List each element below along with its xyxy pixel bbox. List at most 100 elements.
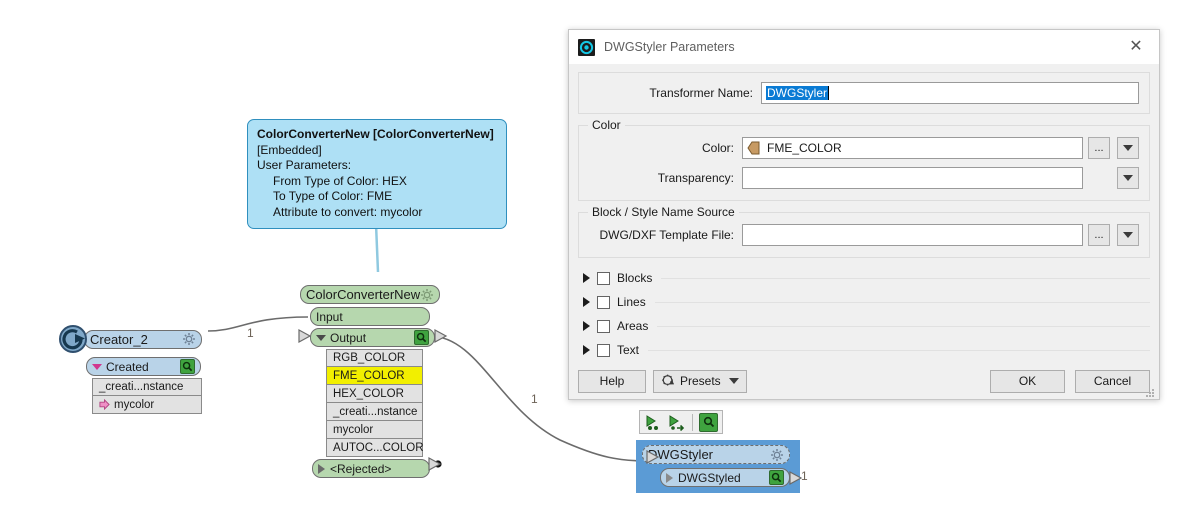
chevron-right-icon[interactable] xyxy=(583,345,590,355)
node-creator-2[interactable]: Creator_2 Created _creati...nstance myco… xyxy=(58,324,208,414)
chevron-right-icon[interactable] xyxy=(583,273,590,283)
attribute-label: _creati...nstance xyxy=(333,405,418,418)
wire-label-2: 1 xyxy=(531,392,538,406)
collapsible-text-label: Text xyxy=(617,343,640,357)
color-converter-port-rejected[interactable]: <Rejected> xyxy=(312,459,430,478)
list-item[interactable]: _creati...nstance xyxy=(92,378,202,396)
list-item[interactable]: AUTOC...COLOR xyxy=(326,439,424,457)
checkbox-areas[interactable] xyxy=(597,319,610,333)
transformer-name-input[interactable]: DWGStyler xyxy=(761,82,1139,104)
node-mini-toolbar[interactable] xyxy=(639,410,723,434)
checkbox-blocks[interactable] xyxy=(597,271,610,285)
input-arrow-icon xyxy=(298,329,312,343)
dialog-body: Transformer Name: DWGStyler Color Color:… xyxy=(569,64,1159,361)
creator-2-port-label: Created xyxy=(106,359,149,374)
template-file-dropdown-button[interactable] xyxy=(1117,224,1139,246)
color-converter-port-output[interactable]: Output xyxy=(310,328,435,347)
list-item[interactable]: HEX_COLOR xyxy=(326,385,423,403)
color-input[interactable]: FME_COLOR xyxy=(742,137,1083,159)
transparency-label: Transparency: xyxy=(657,171,734,185)
collapsible-lines[interactable]: Lines xyxy=(578,291,1150,313)
color-dropdown-button[interactable] xyxy=(1117,137,1139,159)
dwgstyler-header[interactable]: DWGStyler xyxy=(642,445,790,464)
chevron-right-icon[interactable] xyxy=(583,321,590,331)
transformer-name-value: DWGStyler xyxy=(766,86,828,100)
dwgstyler-port-dwgstyled[interactable]: DWGStyled xyxy=(660,468,790,487)
close-icon[interactable]: ✕ xyxy=(1117,31,1155,63)
collapsible-blocks[interactable]: Blocks xyxy=(578,267,1150,289)
list-item[interactable]: mycolor xyxy=(326,421,423,439)
annotation-callout[interactable]: ColorConverterNew [ColorConverterNew] [E… xyxy=(247,119,507,229)
checkbox-text[interactable] xyxy=(597,343,610,357)
magnifier-icon[interactable] xyxy=(180,359,195,374)
template-file-row: DWG/DXF Template File: ... xyxy=(589,224,1139,246)
list-item-highlighted[interactable]: FME_COLOR xyxy=(326,367,423,385)
rejected-port-label: <Rejected> xyxy=(330,461,392,476)
divider xyxy=(654,301,1150,303)
color-section: Color Color: FME_COLOR ... Transparency: xyxy=(578,118,1150,201)
transformer-name-row: Transformer Name: DWGStyler xyxy=(589,82,1139,104)
divider xyxy=(648,349,1150,351)
chevron-down-icon xyxy=(1123,232,1133,238)
collapsible-areas[interactable]: Areas xyxy=(578,315,1150,337)
transparency-dropdown-button[interactable] xyxy=(1117,167,1139,189)
annotation-title: ColorConverterNew [ColorConverterNew] xyxy=(257,127,494,141)
attribute-label: _creati...nstance xyxy=(99,381,184,393)
attribute-label: AUTOC...COLOR xyxy=(333,441,424,454)
list-item[interactable]: mycolor xyxy=(92,396,202,414)
list-item[interactable]: RGB_COLOR xyxy=(326,349,423,367)
collapsible-sections: Blocks Lines Areas Text xyxy=(578,267,1150,361)
expand-triangle-icon[interactable] xyxy=(666,472,673,483)
magnifier-icon[interactable] xyxy=(414,330,429,345)
annotation-userparams-label: User Parameters: xyxy=(257,158,352,172)
text-caret xyxy=(828,86,829,100)
creator-2-attribute-list: _creati...nstance mycolor xyxy=(92,378,202,414)
cancel-button[interactable]: Cancel xyxy=(1075,369,1150,393)
template-file-input[interactable] xyxy=(742,224,1083,246)
magnifier-icon[interactable] xyxy=(769,470,784,485)
template-file-browse-button[interactable]: ... xyxy=(1088,224,1110,246)
color-browse-button[interactable]: ... xyxy=(1088,137,1110,159)
collapsible-text[interactable]: Text xyxy=(578,339,1150,361)
chevron-right-icon[interactable] xyxy=(583,297,590,307)
dwgstyler-parameters-dialog[interactable]: DWGStyler Parameters ✕ Transformer Name:… xyxy=(568,29,1160,400)
ok-button[interactable]: OK xyxy=(990,369,1065,393)
dialog-title-bar[interactable]: DWGStyler Parameters ✕ xyxy=(569,30,1159,64)
presets-button[interactable]: Presets xyxy=(653,369,747,393)
creator-2-port-created[interactable]: Created xyxy=(86,357,201,376)
divider xyxy=(657,325,1150,327)
node-dwgstyler[interactable]: DWGStyler DWGStyled xyxy=(636,440,803,493)
connect-icon[interactable] xyxy=(667,413,686,432)
attribute-label: FME_COLOR xyxy=(333,369,405,382)
gear-icon[interactable] xyxy=(770,448,784,462)
creator-2-header[interactable]: Creator_2 xyxy=(84,329,202,349)
block-style-section: Block / Style Name Source DWG/DXF Templa… xyxy=(578,205,1150,258)
chevron-down-icon xyxy=(1123,175,1133,181)
add-bookmark-icon[interactable] xyxy=(644,413,663,432)
color-converter-port-input[interactable]: Input xyxy=(310,307,430,326)
list-item[interactable]: _creati...nstance xyxy=(326,403,423,421)
gear-icon[interactable] xyxy=(420,288,434,302)
resize-grip[interactable] xyxy=(1145,388,1156,399)
color-converter-header[interactable]: ColorConverterNew xyxy=(300,285,440,304)
dialog-title: DWGStyler Parameters xyxy=(604,40,735,54)
inspect-magnifier-icon[interactable] xyxy=(699,412,718,432)
output-port-label: Output xyxy=(330,330,367,345)
expand-triangle-icon[interactable] xyxy=(318,463,325,474)
divider xyxy=(661,277,1150,279)
fme-attribute-icon xyxy=(747,141,760,155)
transparency-input[interactable] xyxy=(742,167,1083,189)
checkbox-lines[interactable] xyxy=(597,295,610,309)
annotation-param-to-type: To Type of Color: FME xyxy=(273,189,393,203)
color-converter-attribute-list: RGB_COLOR FME_COLOR HEX_COLOR _creati...… xyxy=(326,349,424,457)
help-button[interactable]: Help xyxy=(578,369,646,393)
transformer-circle-icon xyxy=(578,38,595,56)
input-port-label: Input xyxy=(316,309,343,324)
color-label: Color: xyxy=(701,141,734,155)
annotation-embedded: [Embedded] xyxy=(257,142,322,157)
node-color-converter-new[interactable]: ColorConverterNew Input Output RGB_COLOR… xyxy=(298,285,448,478)
gear-icon[interactable] xyxy=(182,332,196,346)
collapse-triangle-icon[interactable] xyxy=(92,363,102,370)
collapsible-blocks-label: Blocks xyxy=(617,271,653,285)
collapse-triangle-icon[interactable] xyxy=(316,334,326,341)
